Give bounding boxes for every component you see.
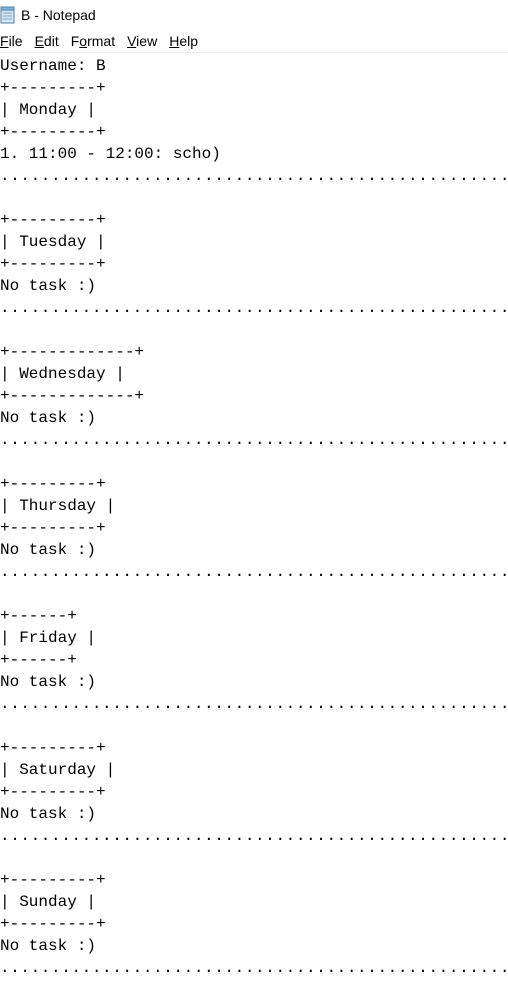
text-line: +---------+ xyxy=(0,123,106,141)
text-line: +---------+ xyxy=(0,871,106,889)
text-line: No task :) xyxy=(0,937,97,955)
text-line: Username: B xyxy=(0,57,106,75)
separator-line: ........................................… xyxy=(0,431,508,449)
text-line xyxy=(0,319,508,341)
text-line: +---------+ xyxy=(0,783,106,801)
separator-line: ........................................… xyxy=(0,563,508,581)
title-bar: B - Notepad xyxy=(0,0,508,30)
text-line: No task :) xyxy=(0,409,97,427)
menu-file[interactable]: File xyxy=(0,33,29,49)
text-line xyxy=(0,847,508,869)
text-line: +-------------+ xyxy=(0,387,145,405)
separator-line: ........................................… xyxy=(0,959,508,977)
window-title: B - Notepad xyxy=(21,7,96,23)
text-editor-area[interactable]: Username: B +---------+ | Monday | +-------… xyxy=(0,53,508,997)
menu-view[interactable]: View xyxy=(127,33,163,49)
text-line: No task :) xyxy=(0,805,97,823)
menu-help[interactable]: Help xyxy=(169,33,204,49)
menu-format[interactable]: Format xyxy=(71,33,121,49)
text-line: +------+ xyxy=(0,607,77,625)
text-line: +---------+ xyxy=(0,255,106,273)
text-line: | Thursday | xyxy=(0,497,116,515)
separator-line: ........................................… xyxy=(0,167,508,185)
text-line: No task :) xyxy=(0,277,97,295)
text-line: +-------------+ xyxy=(0,343,145,361)
menu-edit[interactable]: Edit xyxy=(35,33,65,49)
text-line: No task :) xyxy=(0,673,97,691)
separator-line: ........................................… xyxy=(0,695,508,713)
text-line xyxy=(0,715,508,737)
text-line: | Sunday | xyxy=(0,893,97,911)
text-line: 1. 11:00 - 12:00: scho) xyxy=(0,145,221,163)
separator-line: ........................................… xyxy=(0,299,508,317)
text-line: | Friday | xyxy=(0,629,97,647)
text-line: | Tuesday | xyxy=(0,233,106,251)
text-line: No task :) xyxy=(0,541,97,559)
text-line: +---------+ xyxy=(0,79,106,97)
text-line: +---------+ xyxy=(0,211,106,229)
text-line xyxy=(0,451,508,473)
text-line: +---------+ xyxy=(0,915,106,933)
text-line: | Monday | xyxy=(0,101,97,119)
text-line: +---------+ xyxy=(0,475,106,493)
text-line xyxy=(0,583,508,605)
notepad-window: B - Notepad File Edit Format View Help Usern… xyxy=(0,0,508,997)
separator-line: ........................................… xyxy=(0,827,508,845)
text-line: +---------+ xyxy=(0,739,106,757)
text-line: | Wednesday | xyxy=(0,365,125,383)
text-line: +---------+ xyxy=(0,519,106,537)
menu-bar: File Edit Format View Help xyxy=(0,30,508,53)
text-line xyxy=(0,187,508,209)
text-line: +------+ xyxy=(0,651,77,669)
text-line: | Saturday | xyxy=(0,761,116,779)
notepad-icon xyxy=(0,6,15,24)
